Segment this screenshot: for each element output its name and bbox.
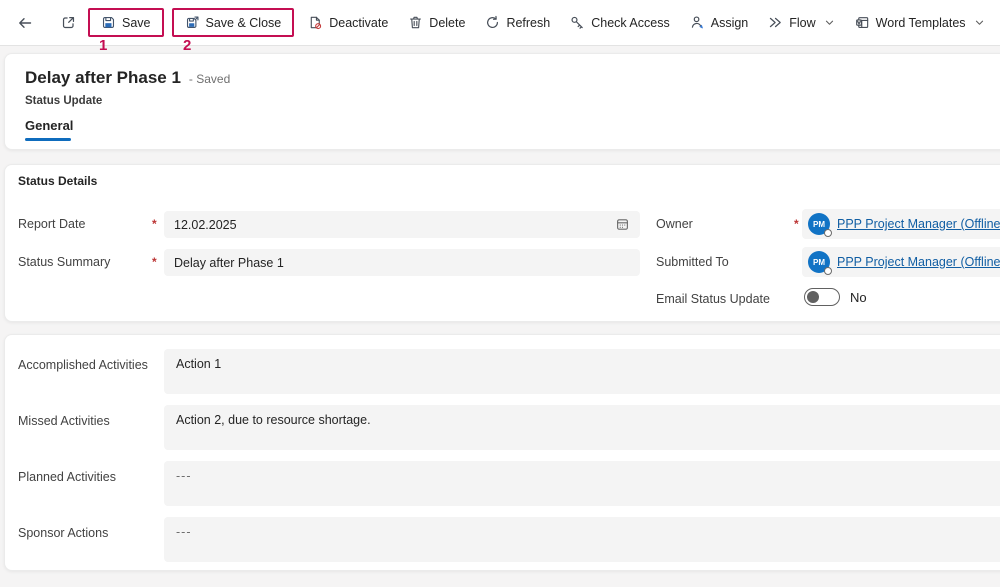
submitted-to-avatar: PM (808, 251, 830, 273)
report-date-field[interactable]: 12.02.2025 (164, 211, 640, 238)
assign-label: Assign (711, 16, 749, 30)
planned-activities-label: Planned Activities (18, 470, 116, 484)
toggle-knob (807, 291, 819, 303)
flow-button[interactable]: Flow (759, 10, 843, 35)
delete-label: Delete (429, 16, 465, 30)
calendar-icon[interactable] (615, 217, 630, 232)
word-templates-chevron-down-icon (974, 17, 985, 28)
save-and-close-annotation-box: Save & Close (172, 8, 295, 37)
sponsor-actions-value: --- (176, 525, 192, 539)
owner-lookup-field[interactable]: PM PPP Project Manager (Offline) × (802, 209, 1000, 239)
back-button[interactable] (10, 10, 40, 36)
status-details-card: Status Details Report Date * 12.02.2025 … (4, 164, 1000, 322)
save-and-close-label: Save & Close (206, 16, 282, 30)
deactivate-label: Deactivate (329, 16, 388, 30)
missed-activities-label: Missed Activities (18, 414, 110, 428)
flow-chevron-down-icon (824, 17, 835, 28)
assign-person-icon (690, 15, 705, 30)
report-date-label: Report Date (18, 217, 85, 231)
submitted-to-link[interactable]: PPP Project Manager (Offline) (837, 255, 1000, 269)
word-templates-label: Word Templates (876, 16, 966, 30)
email-status-update-toggle[interactable] (804, 288, 840, 306)
planned-activities-field[interactable]: --- (164, 461, 1000, 506)
section-title-status-details: Status Details (18, 174, 97, 188)
save-status-text: - Saved (189, 72, 230, 86)
record-type-label: Status Update (25, 95, 102, 107)
record-title-row: Delay after Phase 1 - Saved (25, 68, 230, 88)
owner-avatar: PM (808, 213, 830, 235)
status-summary-label: Status Summary (18, 255, 110, 269)
submitted-to-lookup-field[interactable]: PM PPP Project Manager (Offline) × (802, 247, 1000, 277)
owner-link[interactable]: PPP Project Manager (Offline) (837, 217, 1000, 231)
planned-activities-value: --- (176, 469, 192, 483)
flow-icon (768, 15, 783, 30)
deactivate-button[interactable]: Deactivate (299, 10, 397, 35)
offline-presence-icon (824, 267, 832, 275)
submitted-to-avatar-initials: PM (813, 258, 825, 267)
run-report-button[interactable]: Run Report (996, 10, 1000, 35)
check-access-button[interactable]: Check Access (561, 10, 679, 35)
sponsor-actions-label: Sponsor Actions (18, 526, 108, 540)
status-summary-field[interactable]: Delay after Phase 1 (164, 249, 640, 276)
delete-icon (408, 15, 423, 30)
open-in-new-window-button[interactable] (54, 10, 83, 35)
refresh-button[interactable]: Refresh (476, 10, 559, 35)
check-access-label: Check Access (591, 16, 670, 30)
save-and-close-icon (185, 15, 200, 30)
save-button[interactable]: Save (92, 10, 160, 35)
back-arrow-icon (17, 15, 33, 31)
report-date-required-marker: * (152, 217, 157, 231)
owner-label: Owner (656, 217, 693, 231)
refresh-label: Refresh (506, 16, 550, 30)
tab-general[interactable]: General (25, 118, 73, 141)
accomplished-activities-value: Action 1 (176, 357, 221, 371)
missed-activities-value: Action 2, due to resource shortage. (176, 413, 371, 427)
email-status-update-label: Email Status Update (656, 292, 770, 306)
page-title: Delay after Phase 1 (25, 68, 181, 88)
annotation-step-1: 1 (99, 37, 107, 54)
offline-presence-icon (824, 229, 832, 237)
flow-label: Flow (789, 16, 815, 30)
save-label: Save (122, 16, 151, 30)
annotation-step-2: 2 (183, 37, 191, 54)
key-icon (570, 15, 585, 30)
owner-required-marker: * (794, 217, 799, 231)
record-header-card: Delay after Phase 1 - Saved Status Updat… (4, 53, 1000, 150)
open-in-new-window-icon (61, 15, 76, 30)
deactivate-icon (308, 15, 323, 30)
accomplished-activities-field[interactable]: Action 1 (164, 349, 1000, 394)
missed-activities-field[interactable]: Action 2, due to resource shortage. (164, 405, 1000, 450)
report-date-value: 12.02.2025 (174, 218, 237, 232)
word-templates-icon (855, 15, 870, 30)
delete-button[interactable]: Delete (399, 10, 474, 35)
word-templates-button[interactable]: Word Templates (846, 10, 994, 35)
refresh-icon (485, 15, 500, 30)
owner-avatar-initials: PM (813, 220, 825, 229)
status-summary-required-marker: * (152, 255, 157, 269)
save-annotation-box: Save (88, 8, 164, 37)
activities-card: Accomplished Activities Action 1 Missed … (4, 334, 1000, 571)
assign-button[interactable]: Assign (681, 10, 758, 35)
command-bar: Save Save & Close Deactivate Delete Refr… (0, 0, 1000, 46)
email-status-update-value: No (850, 290, 867, 305)
save-and-close-button[interactable]: Save & Close (176, 10, 291, 35)
accomplished-activities-label: Accomplished Activities (18, 358, 148, 372)
save-icon (101, 15, 116, 30)
status-summary-value: Delay after Phase 1 (174, 256, 284, 270)
sponsor-actions-field[interactable]: --- (164, 517, 1000, 562)
submitted-to-label: Submitted To (656, 255, 729, 269)
